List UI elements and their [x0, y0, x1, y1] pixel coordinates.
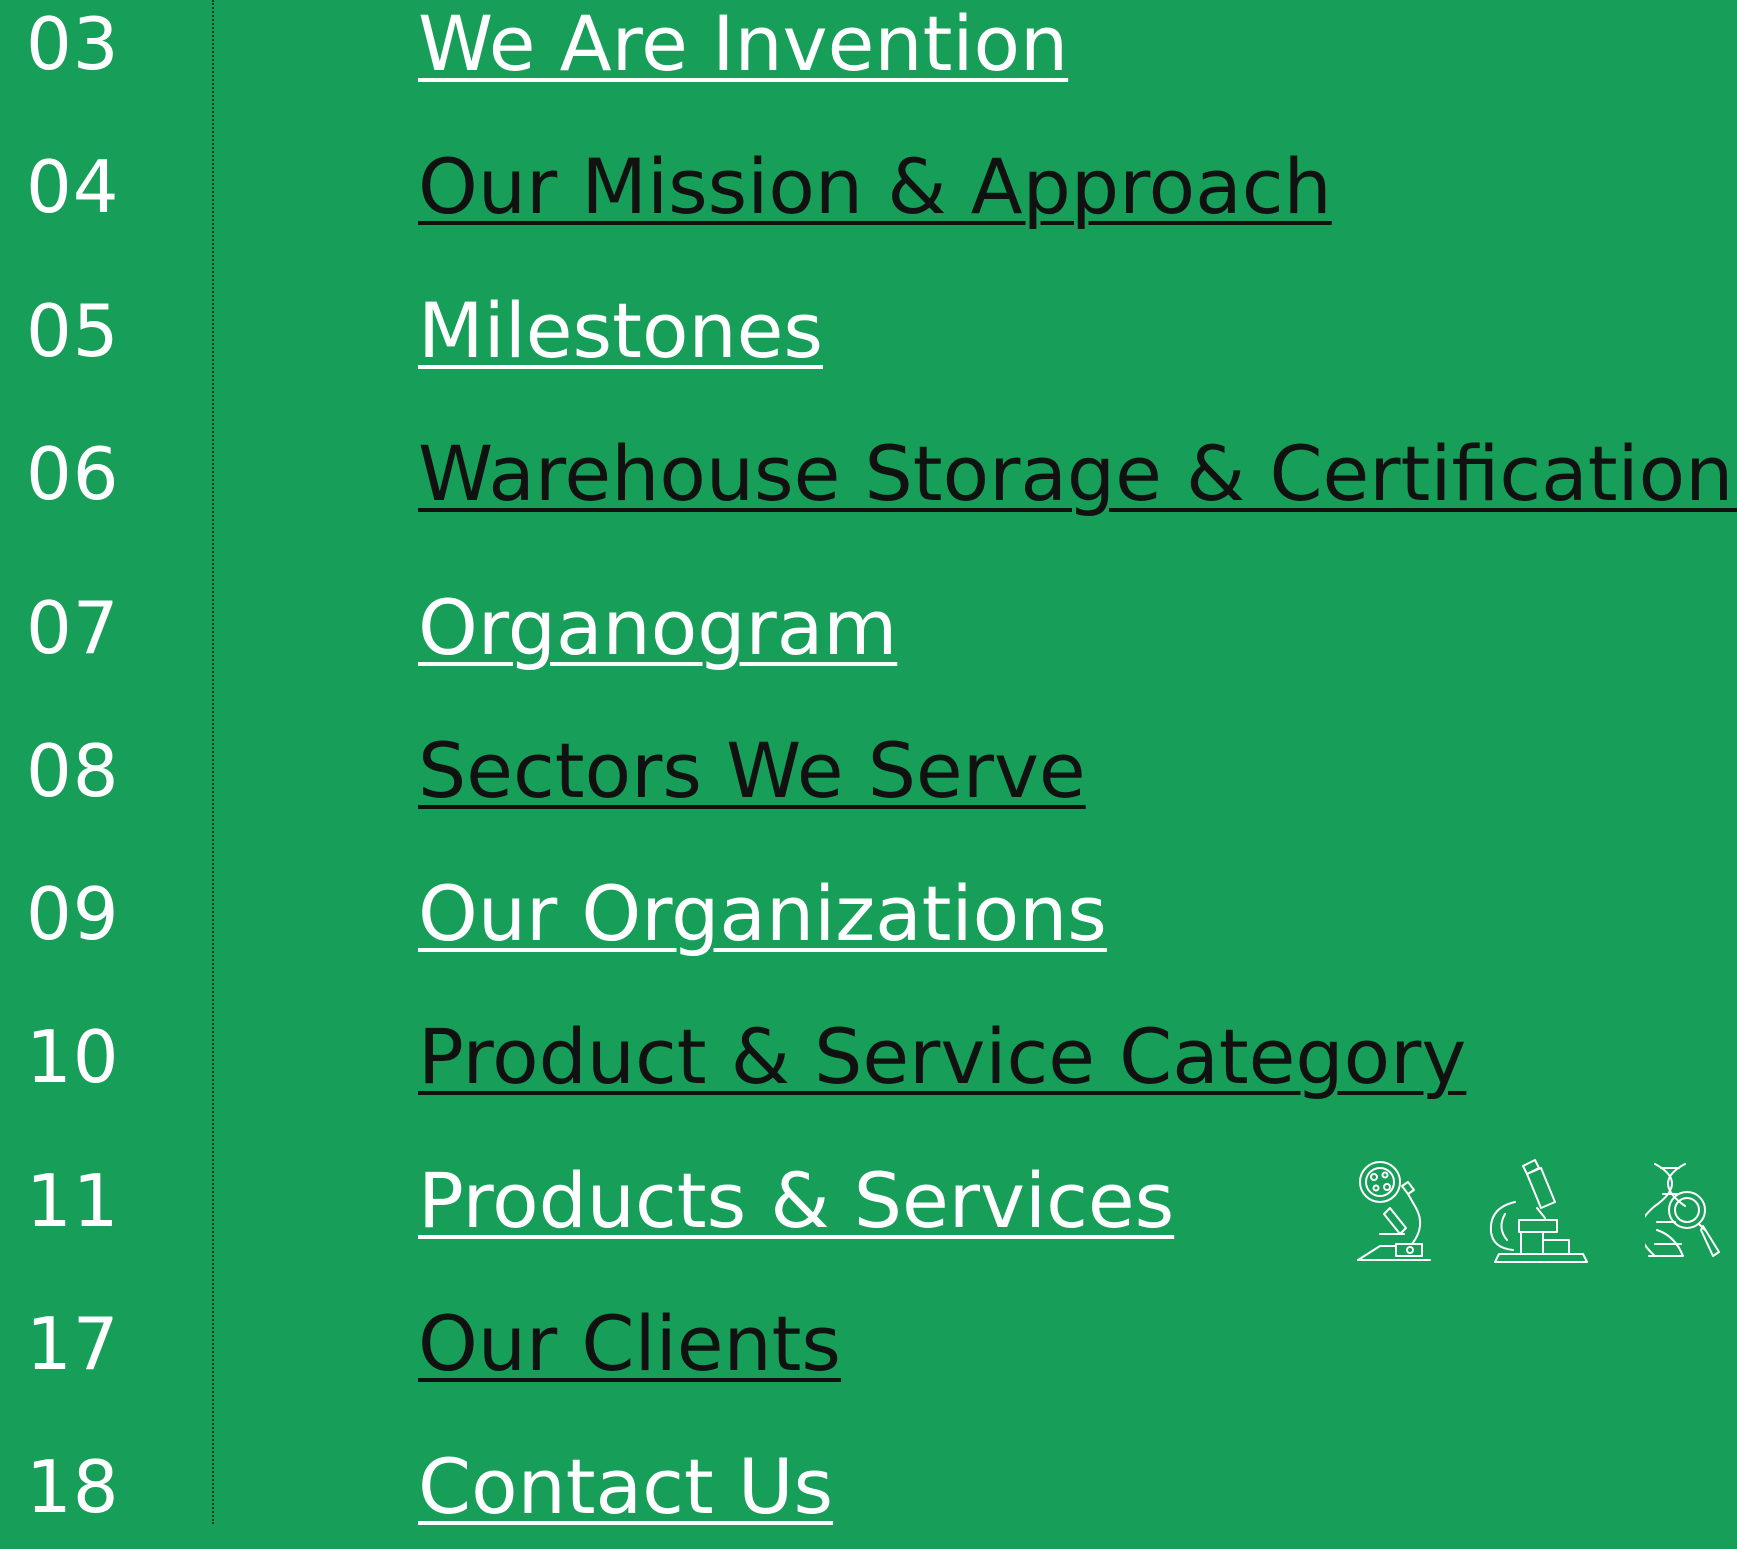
toc-page-number: 07 — [26, 586, 120, 670]
toc-page-number: 09 — [26, 872, 120, 956]
toc-link-warehouse-storage[interactable]: Warehouse Storage & Certifications — [418, 426, 1737, 522]
toc-row: 06 Warehouse Storage & Certifications — [0, 426, 1737, 536]
microscope-petri-icon — [1357, 1161, 1431, 1261]
toc-link-our-mission-approach[interactable]: Our Mission & Approach — [418, 139, 1332, 235]
toc-link-product-service-category[interactable]: Product & Service Category — [418, 1009, 1466, 1105]
toc-row: 18 Contact Us — [0, 1439, 1737, 1549]
toc-page-number: 04 — [26, 145, 120, 229]
toc-page-number: 06 — [26, 432, 120, 516]
toc-link-organogram[interactable]: Organogram — [418, 580, 897, 676]
toc-link-sectors-we-serve[interactable]: Sectors We Serve — [418, 723, 1086, 819]
dna-magnifier-icon — [1645, 1163, 1720, 1257]
toc-page-number: 10 — [26, 1015, 120, 1099]
toc-row: 10 Product & Service Category — [0, 1009, 1737, 1119]
toc-link-contact-us[interactable]: Contact Us — [418, 1439, 833, 1535]
toc-page-number: 08 — [26, 729, 120, 813]
toc-row: 05 Milestones — [0, 283, 1737, 393]
toc-row: 09 Our Organizations — [0, 866, 1737, 976]
toc-row: 03 We Are Invention — [0, 0, 1737, 106]
toc-row: 07 Organogram — [0, 580, 1737, 690]
science-icons — [1340, 1159, 1737, 1270]
toc-link-milestones[interactable]: Milestones — [418, 283, 823, 379]
toc-page-number: 18 — [26, 1445, 120, 1529]
toc-page-number: 11 — [26, 1159, 120, 1243]
toc-page-number: 05 — [26, 289, 120, 373]
toc-link-we-are-invention[interactable]: We Are Invention — [418, 0, 1068, 92]
microscope-icon — [1489, 1159, 1588, 1263]
toc-row: 04 Our Mission & Approach — [0, 139, 1737, 249]
toc-link-our-organizations[interactable]: Our Organizations — [418, 866, 1107, 962]
toc-link-products-services[interactable]: Products & Services — [418, 1153, 1174, 1249]
toc-page-number: 03 — [26, 2, 120, 86]
toc-row: 17 Our Clients — [0, 1296, 1737, 1406]
toc-row: 08 Sectors We Serve — [0, 723, 1737, 833]
toc-page-number: 17 — [26, 1302, 120, 1386]
toc-link-our-clients[interactable]: Our Clients — [418, 1296, 841, 1392]
